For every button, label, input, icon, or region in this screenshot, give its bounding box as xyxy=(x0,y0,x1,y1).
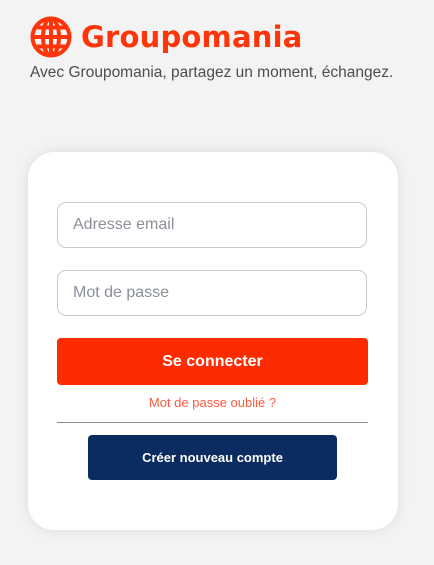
login-card: Se connecter Mot de passe oublié ? Créer… xyxy=(28,152,398,530)
forgot-password-link[interactable]: Mot de passe oublié ? xyxy=(57,395,368,410)
brand-name: Groupomania xyxy=(81,20,303,54)
brand: Groupomania xyxy=(30,16,420,58)
password-field[interactable] xyxy=(57,270,367,316)
globe-icon xyxy=(30,16,72,58)
tagline: Avec Groupomania, partagez un moment, éc… xyxy=(30,64,394,81)
page-header: Groupomania Avec Groupomania, partagez u… xyxy=(30,16,420,82)
login-button[interactable]: Se connecter xyxy=(57,338,368,385)
create-account-button[interactable]: Créer nouveau compte xyxy=(88,435,337,480)
email-field[interactable] xyxy=(57,202,367,248)
divider xyxy=(57,422,368,423)
